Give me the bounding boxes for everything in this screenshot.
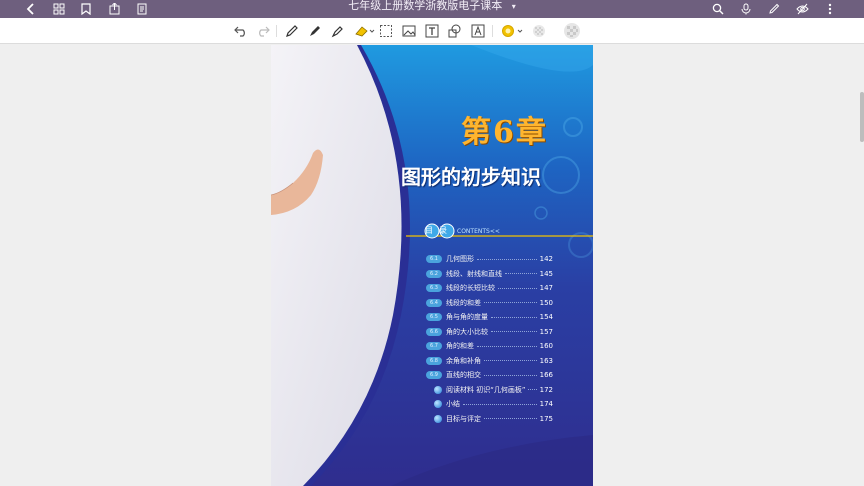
leader-dots <box>505 273 537 274</box>
toolbar-divider <box>276 25 277 37</box>
leader-dots <box>484 302 537 303</box>
section-page: 154 <box>539 313 553 321</box>
toc-item[interactable]: 6.7 角的和差 160 <box>426 340 553 352</box>
extra-title: 目标与评定 <box>446 414 481 423</box>
section-number: 6.9 <box>426 371 442 379</box>
text-icon[interactable] <box>423 22 441 40</box>
section-page: 157 <box>539 327 553 336</box>
leader-dots <box>484 360 537 361</box>
toc-extra-item[interactable]: 小结 174 <box>434 398 553 410</box>
section-title: 线段的长短比较 <box>446 284 495 292</box>
image-icon[interactable] <box>400 22 418 40</box>
chevron-down-icon[interactable]: ▾ <box>512 2 516 11</box>
scrollbar-thumb[interactable] <box>860 92 864 142</box>
section-title: 直线的相交 <box>446 371 481 379</box>
toc-item[interactable]: 6.4 线段的和差 150 <box>426 297 553 309</box>
bullet-icon <box>434 385 442 394</box>
text-recognize-icon[interactable] <box>469 22 487 40</box>
section-title: 线段、射线和直线 <box>446 269 502 278</box>
pattern-icon[interactable] <box>562 22 582 40</box>
fountain-pen-icon[interactable] <box>306 22 324 40</box>
chapter-number: 第6章 <box>461 115 548 150</box>
section-number: 6.5 <box>426 313 442 321</box>
section-title: 线段的和差 <box>446 298 481 307</box>
section-number: 6.4 <box>426 298 442 307</box>
section-page: 145 <box>539 269 553 278</box>
section-page: 142 <box>539 255 553 263</box>
search-icon[interactable] <box>709 0 727 18</box>
leader-dots <box>463 403 537 405</box>
pen-icon[interactable] <box>283 22 301 40</box>
section-title: 角的和差 <box>446 342 474 350</box>
section-page: 150 <box>539 298 553 307</box>
color-icon[interactable] <box>500 22 526 40</box>
toc-item[interactable]: 6.1 几何图形 142 <box>426 253 553 265</box>
undo-icon[interactable] <box>232 22 250 40</box>
section-title: 角与角的度量 <box>446 313 488 321</box>
bullet-icon <box>434 400 442 408</box>
toc-item[interactable]: 6.3 线段的长短比较 147 <box>426 282 553 294</box>
leader-dots <box>484 418 537 419</box>
visibility-off-icon[interactable] <box>793 0 811 18</box>
leader-dots <box>528 389 537 390</box>
section-number: 6.2 <box>426 269 442 278</box>
section-page: 160 <box>539 342 553 350</box>
extra-page: 175 <box>539 414 553 423</box>
toc-item[interactable]: 6.9 直线的相交 166 <box>426 369 553 381</box>
extra-page: 172 <box>539 385 553 394</box>
annotation-toolbar <box>0 18 864 44</box>
more-icon[interactable] <box>821 0 839 18</box>
lasso-icon[interactable] <box>377 22 395 40</box>
section-page: 147 <box>539 284 553 292</box>
toc-item[interactable]: 6.5 角与角的度量 154 <box>426 311 553 323</box>
opacity-icon[interactable] <box>530 22 548 40</box>
toolbar-divider <box>492 25 493 37</box>
leader-dots <box>477 258 537 260</box>
section-number: 6.7 <box>426 342 442 350</box>
section-number: 6.3 <box>426 284 442 292</box>
shapes-icon[interactable] <box>446 22 464 40</box>
pencil-icon[interactable] <box>765 0 783 18</box>
section-number: 6.8 <box>426 356 442 365</box>
microphone-icon[interactable] <box>737 0 755 18</box>
section-number: 6.1 <box>426 255 442 263</box>
leader-dots <box>498 287 537 289</box>
highlighter-icon[interactable] <box>329 22 347 40</box>
toc-extra-item[interactable]: 阅读材料 初识“几何画板” 172 <box>434 384 553 396</box>
toc-item[interactable]: 6.2 线段、射线和直线 145 <box>426 268 553 280</box>
leader-dots <box>491 316 537 318</box>
leader-dots <box>477 345 537 347</box>
extra-page: 174 <box>539 400 553 408</box>
extra-title: 阅读材料 初识“几何画板” <box>446 385 526 394</box>
leader-dots <box>491 331 537 332</box>
toc-item[interactable]: 6.8 余角和补角 163 <box>426 355 553 367</box>
section-page: 163 <box>539 356 553 365</box>
book-page[interactable]: 第6章 图形的初步知识 目录 CONTENTS<< 6.1 几何图形 142 6.2 线… <box>271 45 593 486</box>
toc-item[interactable]: 6.6 角的大小比较 157 <box>426 326 553 338</box>
app-top-bar: 七年级上册数学浙教版电子课本 ▾ <box>0 0 864 18</box>
leader-dots <box>484 374 537 376</box>
toc-extra-item[interactable]: 目标与评定 175 <box>434 413 553 425</box>
bullet-icon <box>434 414 442 423</box>
section-title: 几何图形 <box>446 255 474 263</box>
eraser-icon[interactable] <box>352 22 378 40</box>
section-number: 6.6 <box>426 327 442 336</box>
contents-label: 目录 <box>425 226 453 235</box>
extra-title: 小结 <box>446 400 460 408</box>
document-title[interactable]: 七年级上册数学浙教版电子课本 ▾ <box>0 0 864 13</box>
chapter-title: 图形的初步知识 <box>401 165 541 189</box>
section-page: 166 <box>539 371 553 379</box>
redo-icon[interactable] <box>254 22 272 40</box>
section-title: 角的大小比较 <box>446 327 488 336</box>
section-title: 余角和补角 <box>446 356 481 365</box>
contents-en-label: CONTENTS<< <box>457 228 500 235</box>
